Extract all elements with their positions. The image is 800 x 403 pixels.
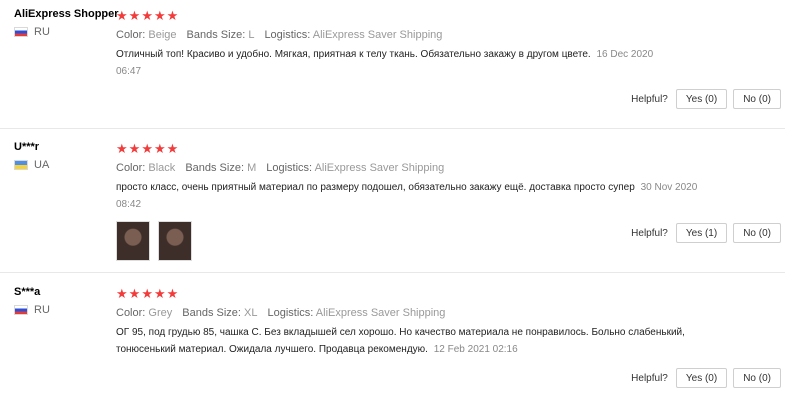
star-icon: ★	[141, 285, 153, 301]
review-body: ОГ 95, под грудью 85, чашка С. Без вклад…	[116, 327, 685, 355]
color-label: Color:	[116, 307, 146, 319]
reviewer-info: S***a RU	[14, 286, 114, 316]
logistics-label: Logistics:	[267, 307, 314, 319]
helpful-vote: Helpful? Yes (0) No (0)	[631, 89, 781, 109]
logistics-value: AliExpress Saver Shipping	[315, 307, 446, 319]
review-content: ★ ★ ★ ★ ★ Color: Black Bands Size: M Log…	[116, 141, 781, 261]
star-icon: ★	[116, 140, 128, 156]
logistics-value: AliExpress Saver Shipping	[312, 29, 443, 41]
reviewer-name: AliExpress Shopper	[14, 8, 119, 20]
star-icon: ★	[153, 7, 166, 23]
ru-flag-icon	[14, 305, 28, 315]
color-attribute: Color: Beige	[116, 29, 177, 41]
star-icon: ★	[128, 285, 141, 301]
logistics-attribute: Logistics: AliExpress Saver Shipping	[267, 307, 445, 319]
review-item: U***r UA ★ ★ ★ ★ ★ Color: Black Bands Si…	[0, 128, 785, 273]
ua-flag-icon	[14, 160, 28, 170]
bands-size-label: Bands Size:	[185, 162, 245, 174]
review-content: ★ ★ ★ ★ ★ Color: Beige Bands Size: L Log…	[116, 8, 781, 80]
review-text: просто класс, очень приятный материал по…	[116, 179, 716, 213]
logistics-value: AliExpress Saver Shipping	[314, 162, 445, 174]
product-attributes: Color: Beige Bands Size: L Logistics: Al…	[116, 29, 781, 41]
star-rating: ★ ★ ★ ★ ★	[116, 286, 781, 300]
color-label: Color:	[116, 29, 146, 41]
review-body: просто класс, очень приятный материал по…	[116, 182, 635, 193]
reviewer-info: AliExpress Shopper RU	[14, 8, 119, 38]
star-rating: ★ ★ ★ ★ ★	[116, 8, 781, 22]
color-label: Color:	[116, 162, 146, 174]
helpful-yes-button[interactable]: Yes (1)	[675, 223, 728, 243]
reviewer-country: RU	[14, 304, 114, 316]
color-value: Black	[148, 162, 176, 174]
logistics-label: Logistics:	[264, 29, 311, 41]
review-body: Отличный топ! Красиво и удобно. Мягкая, …	[116, 49, 591, 60]
bands-size-value: M	[247, 162, 257, 174]
color-value: Grey	[148, 307, 173, 319]
star-icon: ★	[116, 7, 128, 23]
reviewer-country: UA	[14, 159, 114, 171]
review-photo-thumbnail[interactable]	[158, 221, 192, 261]
helpful-vote: Helpful? Yes (1) No (0)	[631, 223, 781, 243]
star-icon: ★	[153, 140, 166, 156]
bands-size-attribute: Bands Size: XL	[182, 307, 257, 319]
helpful-vote: Helpful? Yes (0) No (0)	[631, 368, 781, 388]
helpful-label: Helpful?	[631, 93, 668, 105]
logistics-label: Logistics:	[266, 162, 313, 174]
helpful-no-button[interactable]: No (0)	[733, 223, 781, 243]
review-text: Отличный топ! Красиво и удобно. Мягкая, …	[116, 46, 676, 80]
color-attribute: Color: Black	[116, 162, 175, 174]
logistics-attribute: Logistics: AliExpress Saver Shipping	[266, 162, 444, 174]
color-attribute: Color: Grey	[116, 307, 172, 319]
reviewer-name: S***a	[14, 286, 41, 298]
star-icon: ★	[141, 7, 153, 23]
helpful-no-button[interactable]: No (0)	[733, 368, 781, 388]
reviewer-info: U***r UA	[14, 141, 114, 171]
review-date: 12 Feb 2021 02:16	[433, 344, 518, 355]
bands-size-attribute: Bands Size: L	[187, 29, 255, 41]
helpful-label: Helpful?	[631, 372, 668, 384]
country-code: RU	[34, 26, 50, 38]
logistics-attribute: Logistics: AliExpress Saver Shipping	[264, 29, 442, 41]
product-attributes: Color: Grey Bands Size: XL Logistics: Al…	[116, 307, 781, 319]
bands-size-value: XL	[244, 307, 258, 319]
bands-size-value: L	[248, 29, 255, 41]
star-icon: ★	[166, 7, 179, 23]
reviewer-name: U***r	[14, 141, 40, 153]
reviewer-country: RU	[14, 26, 114, 38]
review-item: AliExpress Shopper RU ★ ★ ★ ★ ★ Color: B…	[0, 0, 785, 129]
star-icon: ★	[166, 140, 179, 156]
color-value: Beige	[148, 29, 177, 41]
product-attributes: Color: Black Bands Size: M Logistics: Al…	[116, 162, 781, 174]
star-rating: ★ ★ ★ ★ ★	[116, 141, 781, 155]
helpful-yes-button[interactable]: Yes (0)	[675, 89, 728, 109]
bands-size-attribute: Bands Size: M	[185, 162, 256, 174]
review-item: S***a RU ★ ★ ★ ★ ★ Color: Grey Bands Siz…	[0, 272, 785, 403]
ru-flag-icon	[14, 27, 28, 37]
bands-size-label: Bands Size:	[182, 307, 241, 319]
star-icon: ★	[128, 7, 141, 23]
star-icon: ★	[166, 285, 179, 301]
star-icon: ★	[116, 285, 128, 301]
review-photo-thumbnail[interactable]	[116, 221, 150, 261]
helpful-yes-button[interactable]: Yes (0)	[675, 368, 728, 388]
helpful-no-button[interactable]: No (0)	[733, 89, 781, 109]
review-text: ОГ 95, под грудью 85, чашка С. Без вклад…	[116, 324, 696, 358]
helpful-label: Helpful?	[631, 227, 668, 239]
star-icon: ★	[141, 140, 153, 156]
bands-size-label: Bands Size:	[186, 29, 246, 41]
star-icon: ★	[153, 285, 166, 301]
country-code: RU	[34, 304, 50, 316]
review-content: ★ ★ ★ ★ ★ Color: Grey Bands Size: XL Log…	[116, 286, 781, 358]
star-icon: ★	[128, 140, 141, 156]
country-code: UA	[34, 159, 50, 171]
